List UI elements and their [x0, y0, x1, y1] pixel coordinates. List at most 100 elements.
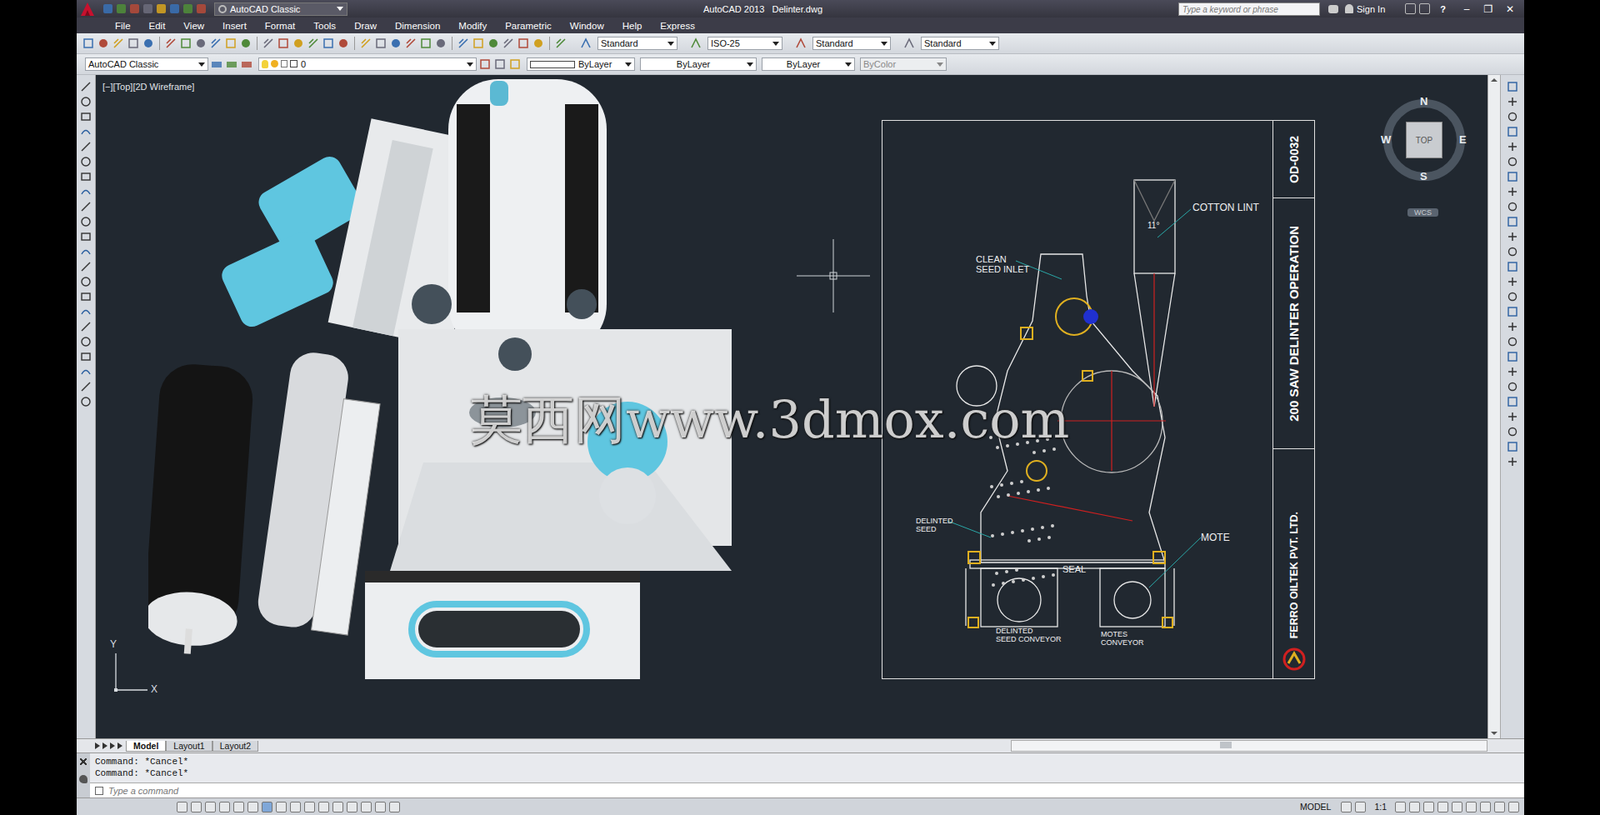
layer-tool-icon[interactable]: [493, 56, 507, 72]
drafting-toggle-icon[interactable]: [346, 801, 358, 813]
toolbar-icon[interactable]: [321, 35, 335, 51]
menu-item[interactable]: Edit: [149, 20, 166, 31]
style-dropdown[interactable]: Standard: [920, 36, 1000, 50]
drafting-toggle-icon[interactable]: [318, 801, 330, 813]
toolbar-icon[interactable]: [126, 35, 140, 51]
layer-tool-icon[interactable]: [240, 56, 254, 72]
toolbar-icon[interactable]: [261, 35, 275, 51]
scroll-up-icon[interactable]: [1488, 75, 1500, 85]
status-tool-icon[interactable]: [1480, 801, 1491, 813]
status-tool-icon[interactable]: [1395, 801, 1406, 813]
toolbar-icon[interactable]: [516, 35, 530, 51]
linetype-dropdown[interactable]: ByLayer: [640, 57, 757, 71]
modify-tool-icon[interactable]: [1505, 395, 1520, 409]
status-tool-icon[interactable]: [1423, 801, 1435, 813]
menu-item[interactable]: Help: [622, 20, 643, 31]
draw-tool-icon[interactable]: [79, 380, 93, 394]
toolbar-icon[interactable]: [501, 35, 515, 51]
style-dropdown[interactable]: Standard: [812, 36, 891, 50]
modify-tool-icon[interactable]: [1505, 230, 1520, 244]
modify-tool-icon[interactable]: [1505, 350, 1520, 364]
viewcube[interactable]: N S E W TOP: [1380, 96, 1468, 184]
draw-tool-icon[interactable]: [79, 290, 93, 304]
draw-tool-icon[interactable]: [79, 200, 93, 214]
window-control-button[interactable]: ❐: [1477, 3, 1500, 15]
draw-tool-icon[interactable]: [79, 230, 93, 244]
command-input[interactable]: Type a command: [90, 782, 1525, 798]
layer-dropdown[interactable]: 0: [258, 57, 477, 71]
draw-tool-icon[interactable]: [79, 245, 93, 259]
wrench-icon[interactable]: [79, 775, 88, 784]
draw-tool-icon[interactable]: [79, 365, 93, 379]
draw-tool-icon[interactable]: [79, 260, 93, 274]
quick-view-icon[interactable]: [1340, 801, 1352, 813]
quick-access-icon[interactable]: [156, 4, 166, 14]
draw-tool-icon[interactable]: [79, 110, 93, 124]
menu-item[interactable]: Express: [660, 20, 695, 31]
toolbar-icon[interactable]: [404, 35, 418, 51]
draw-tool-icon[interactable]: [79, 305, 93, 319]
status-tool-icon[interactable]: [1465, 801, 1477, 813]
modify-tool-icon[interactable]: [1505, 335, 1520, 349]
toolbar-icon[interactable]: [554, 35, 568, 51]
toolbar-icon[interactable]: [471, 35, 485, 51]
style-dropdown[interactable]: Standard: [597, 36, 678, 50]
toolbar-icon[interactable]: [209, 35, 223, 51]
drafting-toggle-icon[interactable]: [233, 801, 245, 813]
menu-item[interactable]: File: [115, 20, 131, 31]
help-button[interactable]: ?: [1440, 4, 1446, 15]
quick-access-icon[interactable]: [116, 4, 126, 14]
toolbar-icon[interactable]: [224, 35, 238, 51]
sign-in-button[interactable]: Sign In: [1356, 4, 1385, 15]
drafting-toggle-icon[interactable]: [261, 801, 273, 813]
modify-tool-icon[interactable]: [1505, 455, 1520, 469]
draw-tool-icon[interactable]: [79, 170, 93, 184]
modify-tool-icon[interactable]: [1505, 170, 1520, 184]
modify-tool-icon[interactable]: [1505, 80, 1520, 94]
draw-tool-icon[interactable]: [79, 125, 93, 139]
toolbar-icon[interactable]: [374, 35, 388, 51]
menu-item[interactable]: Tools: [313, 20, 336, 31]
draw-tool-icon[interactable]: [79, 350, 93, 364]
toolbar-icon[interactable]: [456, 35, 470, 51]
toolbar-icon[interactable]: [291, 35, 305, 51]
modify-tool-icon[interactable]: [1505, 245, 1520, 259]
toolbar-icon[interactable]: [141, 35, 155, 51]
tab-scroll-icon[interactable]: [117, 742, 123, 750]
modify-tool-icon[interactable]: [1505, 275, 1520, 289]
layer-tool-icon[interactable]: [225, 56, 239, 72]
viewport-label[interactable]: [−][Top][2D Wireframe]: [102, 81, 195, 92]
toolbar-icon[interactable]: [96, 35, 110, 51]
menu-item[interactable]: Modify: [458, 20, 487, 31]
status-tool-icon[interactable]: [1494, 801, 1505, 813]
quick-access-icon[interactable]: [103, 4, 113, 14]
quick-access-icon[interactable]: [130, 4, 140, 14]
style-icon[interactable]: [579, 35, 593, 51]
toolbar-icon[interactable]: [336, 35, 350, 51]
menu-item[interactable]: Parametric: [505, 20, 552, 31]
draw-tool-icon[interactable]: [79, 155, 93, 169]
compass-east[interactable]: E: [1459, 133, 1467, 146]
lineweight-dropdown[interactable]: ByLayer: [761, 57, 855, 71]
toolbar-icon[interactable]: [164, 35, 178, 51]
drafting-toggle-icon[interactable]: [176, 801, 188, 813]
binoculars-icon[interactable]: [1328, 5, 1339, 14]
status-tool-icon[interactable]: [1451, 801, 1463, 813]
drafting-toggle-icon[interactable]: [275, 801, 287, 813]
style-dropdown[interactable]: ISO-25: [707, 36, 783, 50]
drafting-toggle-icon[interactable]: [247, 801, 259, 813]
drafting-toggle-icon[interactable]: [332, 801, 344, 813]
viewcube-face[interactable]: TOP: [1405, 121, 1443, 159]
layout-tab[interactable]: Layout2: [212, 740, 259, 752]
workspace-toolbar-dropdown[interactable]: AutoCAD Classic: [85, 57, 209, 71]
modify-tool-icon[interactable]: [1505, 125, 1520, 139]
star-icon[interactable]: [1419, 3, 1430, 15]
drafting-toggle-icon[interactable]: [205, 801, 216, 813]
tab-scroll-icon[interactable]: [110, 742, 115, 750]
modify-tool-icon[interactable]: [1505, 410, 1520, 424]
layout-tab[interactable]: Layout1: [165, 740, 212, 752]
ucs-menu[interactable]: WCS: [1407, 208, 1439, 217]
scroll-down-icon[interactable]: [1488, 728, 1500, 739]
toolbar-icon[interactable]: [419, 35, 433, 51]
toolbar-icon[interactable]: [486, 35, 500, 51]
